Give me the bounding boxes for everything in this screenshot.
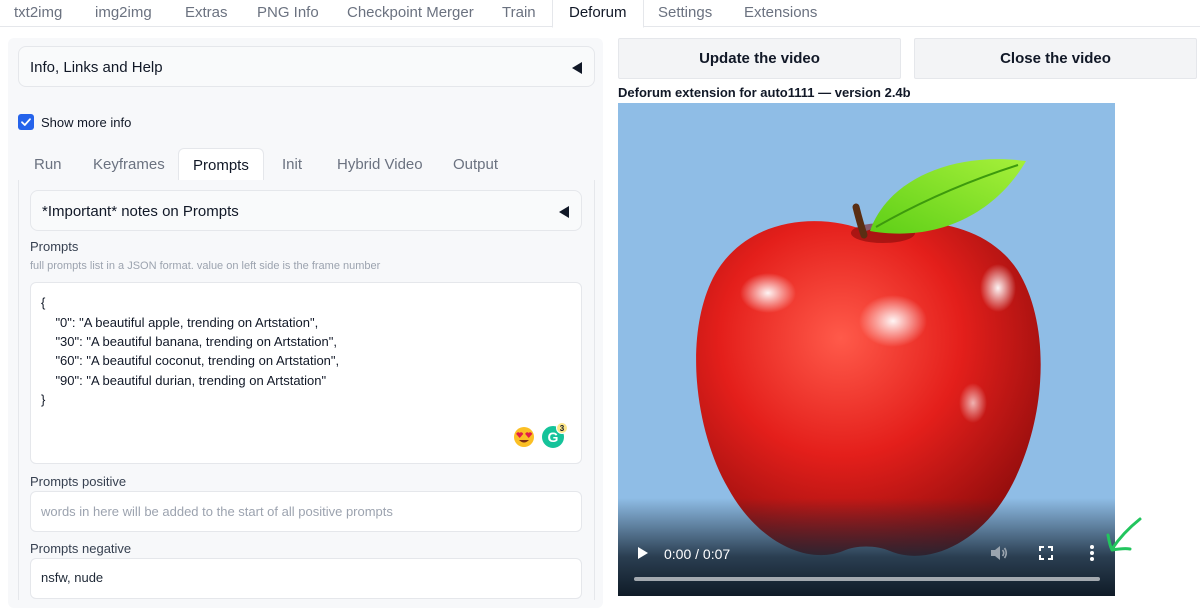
prompt-line: } [41,392,46,407]
subtab-run[interactable]: Run [34,148,62,181]
tab-png-info[interactable]: PNG Info [257,0,319,27]
video-player[interactable]: 0:00 / 0:07 [618,103,1115,596]
prompt-line: "60": "A beautiful coconut, trending on … [41,353,340,368]
accordion-label: Info, Links and Help [30,59,163,76]
tab-img2img[interactable]: img2img [95,0,152,27]
prompts-positive-label: Prompts positive [30,474,127,489]
tab-txt2img[interactable]: txt2img [14,0,62,27]
prompts-label: Prompts [30,239,79,254]
prompts-positive-input[interactable]: words in here will be added to the start… [30,491,582,532]
deforum-subtabs: Run Keyframes Prompts Init Hybrid Video … [18,148,595,182]
tab-deforum[interactable]: Deforum [552,0,644,28]
subtab-init[interactable]: Init [282,148,302,181]
prompts-negative-input[interactable]: nsfw, nude [30,558,582,599]
tab-extensions[interactable]: Extensions [744,0,817,27]
collapse-arrow-icon [572,62,582,74]
checkmark-icon [21,118,31,126]
grammarly-count: 3 [560,424,565,433]
prompts-negative-value: nsfw, nude [41,570,104,585]
tab-extras[interactable]: Extras [185,0,228,27]
grammarly-icon[interactable]: G 3 [539,421,569,451]
accordion-label: *Important* notes on Prompts [42,203,239,220]
collapse-arrow-icon [559,206,569,218]
update-video-button[interactable]: Update the video [618,38,901,79]
prompt-line: "90": "A beautiful durian, trending on A… [41,373,327,388]
prompt-line: "0": "A beautiful apple, trending on Art… [41,315,319,330]
heart-eyes-emoji-icon[interactable] [513,426,535,448]
prompt-line: "30": "A beautiful banana, trending on A… [41,334,337,349]
subtab-keyframes[interactable]: Keyframes [93,148,165,181]
subtab-prompts[interactable]: Prompts [178,148,264,182]
subtab-hybrid-video[interactable]: Hybrid Video [337,148,423,181]
extension-version-title: Deforum extension for auto1111 — version… [618,85,911,100]
volume-icon[interactable] [990,545,1008,561]
svg-text:G: G [548,429,559,445]
prompts-textarea[interactable]: { "0": "A beautiful apple, trending on A… [30,282,582,464]
more-options-icon[interactable] [1088,544,1096,562]
show-more-info-label: Show more info [41,115,132,130]
info-links-help-accordion[interactable]: Info, Links and Help [18,46,595,87]
top-nav: txt2img img2img Extras PNG Info Checkpoi… [0,0,1200,28]
fullscreen-icon[interactable] [1039,546,1053,560]
tab-train[interactable]: Train [502,0,536,27]
video-time: 0:00 / 0:07 [664,546,731,562]
show-more-info-checkbox[interactable] [18,114,34,130]
prompts-hint: full prompts list in a JSON format. valu… [30,260,381,272]
play-icon[interactable] [636,546,650,560]
video-progress-bar[interactable] [634,577,1100,581]
prompts-negative-label: Prompts negative [30,541,132,556]
subtab-output[interactable]: Output [453,148,498,181]
prompts-positive-placeholder: words in here will be added to the start… [41,504,393,519]
important-notes-accordion[interactable]: *Important* notes on Prompts [30,190,582,231]
close-video-button[interactable]: Close the video [914,38,1197,79]
prompt-line: { [41,295,46,310]
annotation-arrow-icon [1106,517,1142,552]
tab-checkpoint-merger[interactable]: Checkpoint Merger [347,0,474,27]
tab-settings[interactable]: Settings [658,0,712,27]
